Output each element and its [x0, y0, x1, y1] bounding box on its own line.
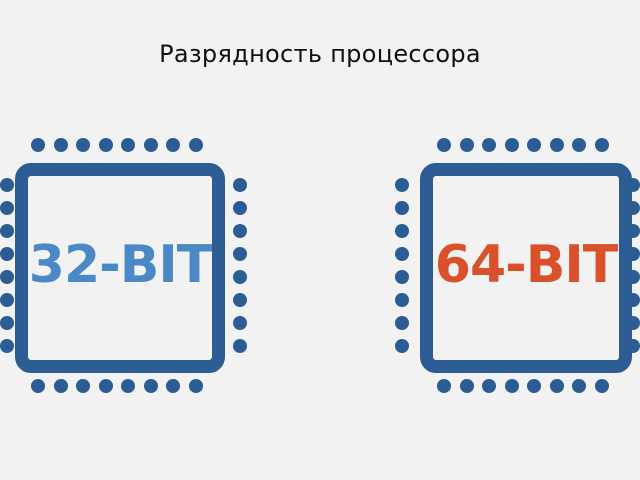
chip-pin-64bit-top	[572, 138, 586, 152]
chip-pin-64bit-right	[626, 201, 640, 215]
chip-pin-64bit-top	[482, 138, 496, 152]
chip-pin-32bit-left	[0, 178, 14, 192]
chip-pin-64bit-left	[395, 247, 409, 261]
chip-pin-32bit-bottom	[31, 379, 45, 393]
chip-pin-32bit-left	[0, 270, 14, 284]
chip-pin-64bit-left	[395, 224, 409, 238]
chip-pin-64bit-bottom	[459, 379, 474, 393]
chip-pin-32bit-right	[233, 247, 247, 261]
chip-pin-32bit-right	[233, 224, 247, 238]
chip-label-64bit: 64-BIT	[434, 235, 618, 295]
chip-pin-64bit-top	[459, 138, 474, 152]
chip-pin-32bit-top	[31, 138, 45, 152]
chip-pin-64bit-bottom	[572, 379, 586, 393]
chip-pin-32bit-top	[188, 138, 203, 152]
page-title: Разрядность процессора	[159, 40, 481, 68]
chip-pin-32bit-right	[233, 270, 247, 284]
chip-pin-64bit-top	[527, 138, 541, 152]
chip-pin-32bit-right	[233, 201, 247, 215]
chip-pin-64bit-bottom	[504, 379, 519, 393]
chip-pin-32bit-top	[143, 138, 158, 152]
chip-pin-32bit-top	[121, 138, 135, 152]
chip-pin-64bit-bottom	[594, 379, 609, 393]
chip-pin-32bit-bottom	[188, 379, 203, 393]
chip-pin-32bit-left	[0, 247, 14, 261]
chip-pin-32bit-left	[0, 293, 14, 307]
chip-pin-32bit-bottom	[143, 379, 158, 393]
chip-pin-32bit-top	[53, 138, 68, 152]
chip-pin-32bit-left	[0, 339, 14, 353]
chip-pin-64bit-top	[504, 138, 519, 152]
chip-pin-32bit-bottom	[166, 379, 180, 393]
chip-pin-64bit-left	[395, 270, 409, 284]
chip-pin-64bit-left	[395, 201, 409, 215]
chip-pin-32bit-bottom	[98, 379, 113, 393]
chip-pin-32bit-left	[0, 224, 14, 238]
chip-pin-32bit-bottom	[76, 379, 90, 393]
chip-pin-32bit-left	[0, 201, 14, 215]
chip-pin-64bit-bottom	[437, 379, 451, 393]
chip-pin-32bit-right	[233, 339, 247, 353]
chip-label-32bit: 32-BIT	[28, 235, 212, 295]
chip-pin-32bit-right	[233, 316, 247, 330]
chip-pin-64bit-top	[594, 138, 609, 152]
chip-pin-32bit-top	[76, 138, 90, 152]
chip-pin-64bit-right	[626, 293, 640, 307]
chip-pin-64bit-left	[395, 316, 409, 330]
processor-chip-32bit: 32-BIT	[15, 163, 225, 373]
chip-pin-64bit-left	[395, 293, 409, 307]
chip-pin-64bit-right	[626, 178, 640, 192]
chip-pin-32bit-right	[233, 293, 247, 307]
chip-pin-64bit-right	[626, 224, 640, 238]
chip-pin-64bit-right	[626, 316, 640, 330]
chip-pin-64bit-left	[395, 339, 409, 353]
chip-pin-32bit-right	[233, 178, 247, 192]
chip-pin-32bit-top	[166, 138, 180, 152]
chip-pin-32bit-top	[98, 138, 113, 152]
chip-pin-64bit-bottom	[527, 379, 541, 393]
chip-pin-64bit-left	[395, 178, 409, 192]
chip-pin-64bit-bottom	[482, 379, 496, 393]
processor-chip-64bit: 64-BIT	[420, 163, 632, 373]
chip-pin-64bit-top	[549, 138, 564, 152]
chip-pin-64bit-right	[626, 247, 640, 261]
chip-pin-32bit-bottom	[121, 379, 135, 393]
chip-pin-32bit-bottom	[53, 379, 68, 393]
chip-pin-64bit-right	[626, 339, 640, 353]
chip-pin-32bit-left	[0, 316, 14, 330]
chip-pin-64bit-right	[626, 270, 640, 284]
chip-pin-64bit-top	[437, 138, 451, 152]
chip-pin-64bit-bottom	[549, 379, 564, 393]
